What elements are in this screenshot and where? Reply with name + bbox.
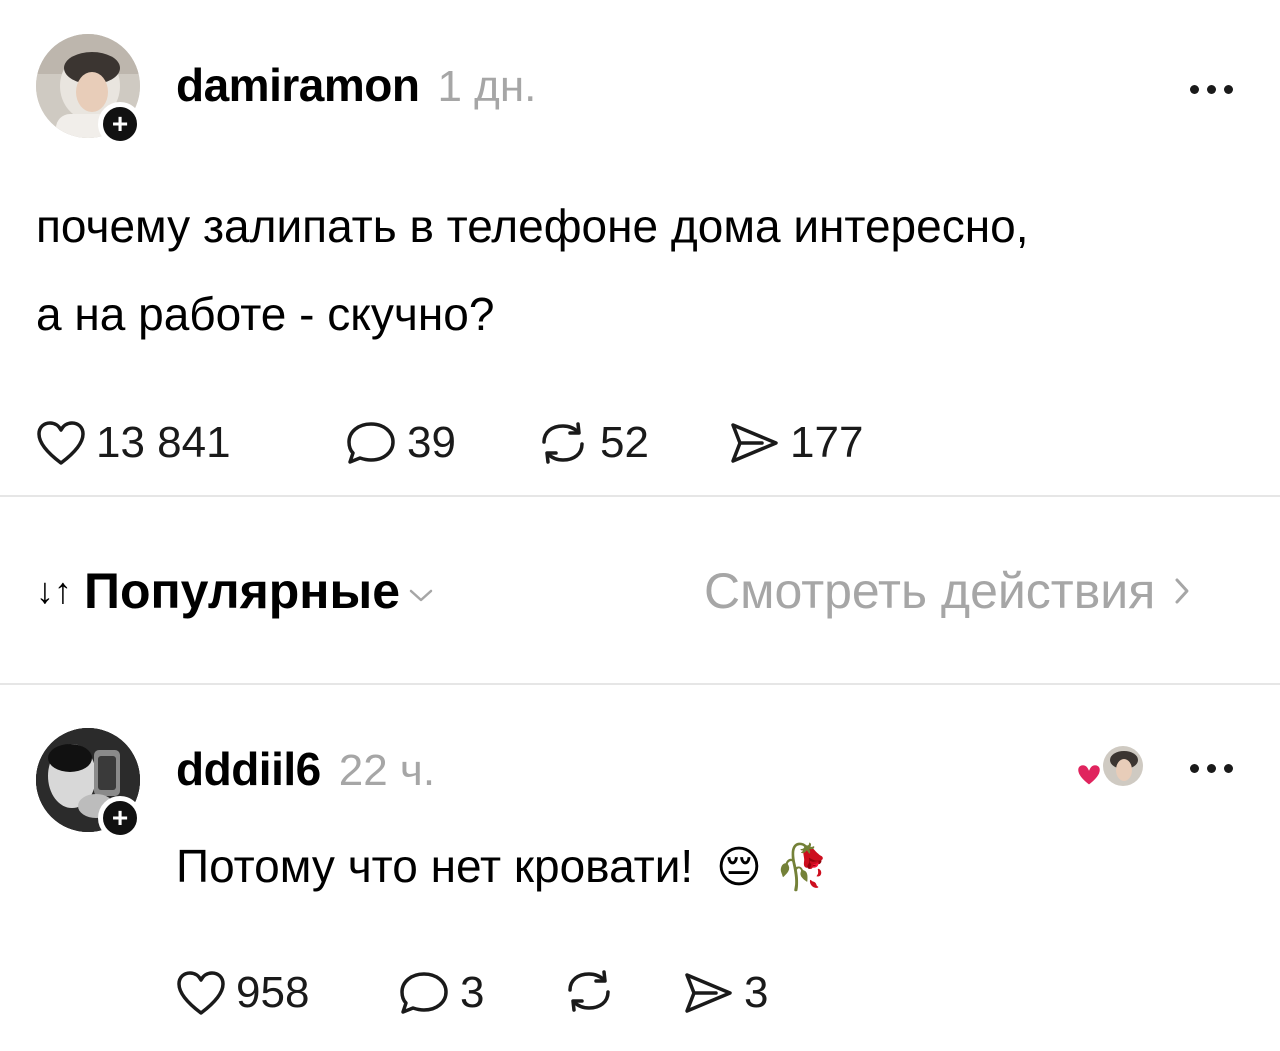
repost-icon bbox=[542, 422, 584, 464]
post-comment-count: 39 bbox=[407, 418, 456, 467]
pensive-face-emoji: 😔 bbox=[716, 843, 762, 892]
view-activity-label: Смотреть действия bbox=[704, 563, 1156, 619]
reply-text-content: Потому что нет кровати! bbox=[176, 840, 694, 892]
repost-icon bbox=[568, 970, 610, 1012]
post-more-icon[interactable] bbox=[1190, 85, 1233, 94]
sort-arrows-icon: ↓↑ bbox=[36, 570, 72, 611]
author-liked-heart-icon bbox=[1075, 745, 1144, 788]
post-header: damiramon 1 дн. bbox=[176, 58, 536, 112]
divider bbox=[0, 495, 1280, 497]
paper-plane-icon bbox=[731, 423, 778, 463]
liked-by-author-indicator bbox=[1074, 744, 1144, 794]
reply-share-count: 3 bbox=[744, 968, 769, 1017]
reply-more-icon[interactable] bbox=[1190, 764, 1233, 773]
reply-text: Потому что нет кровати! 😔 🥀 bbox=[176, 836, 829, 898]
post-repost-button[interactable]: 52 bbox=[536, 418, 649, 468]
reply-share-button[interactable]: 3 bbox=[682, 968, 768, 1018]
chevron-right-icon bbox=[1175, 578, 1189, 604]
reply-comment-count: 3 bbox=[460, 968, 485, 1017]
heart-icon bbox=[37, 421, 85, 465]
plus-icon: + bbox=[111, 802, 129, 833]
sort-dropdown[interactable]: ↓↑ Популярные bbox=[36, 562, 434, 620]
reply-repost-button[interactable] bbox=[562, 968, 616, 1014]
reply-like-count: 958 bbox=[236, 968, 310, 1017]
post-like-button[interactable]: 13 841 bbox=[36, 418, 231, 468]
post-text-line-2: а на работе - скучно? bbox=[36, 288, 495, 340]
reply-timestamp: 22 ч. bbox=[338, 746, 436, 795]
post-share-button[interactable]: 177 bbox=[728, 418, 863, 468]
reply-follow-button[interactable]: + bbox=[98, 796, 142, 840]
post-like-count: 13 841 bbox=[96, 418, 231, 467]
heart-icon bbox=[177, 971, 225, 1015]
wilted-flower-emoji: 🥀 bbox=[774, 843, 830, 892]
paper-plane-icon bbox=[685, 973, 732, 1013]
post-text: почему залипать в телефоне дома интересн… bbox=[36, 182, 1028, 358]
sort-label: Популярные bbox=[84, 563, 401, 619]
divider bbox=[0, 683, 1280, 685]
reply-username[interactable]: dddiil6 bbox=[176, 742, 321, 796]
reply-like-button[interactable]: 958 bbox=[176, 968, 309, 1018]
speech-bubble-icon bbox=[347, 422, 395, 464]
speech-bubble-icon bbox=[400, 972, 448, 1014]
post-comment-button[interactable]: 39 bbox=[345, 418, 456, 468]
post-repost-count: 52 bbox=[600, 418, 649, 467]
post-timestamp: 1 дн. bbox=[437, 62, 537, 111]
post-username[interactable]: damiramon bbox=[176, 58, 420, 112]
post-text-line-1: почему залипать в телефоне дома интересн… bbox=[36, 200, 1029, 252]
view-activity-link[interactable]: Смотреть действия bbox=[704, 562, 1191, 620]
chevron-down-icon bbox=[409, 589, 433, 602]
reply-header: dddiil6 22 ч. bbox=[176, 742, 435, 796]
plus-icon: + bbox=[111, 108, 129, 139]
post-follow-button[interactable]: + bbox=[98, 102, 142, 146]
reply-comment-button[interactable]: 3 bbox=[398, 968, 484, 1018]
post-share-count: 177 bbox=[790, 418, 864, 467]
